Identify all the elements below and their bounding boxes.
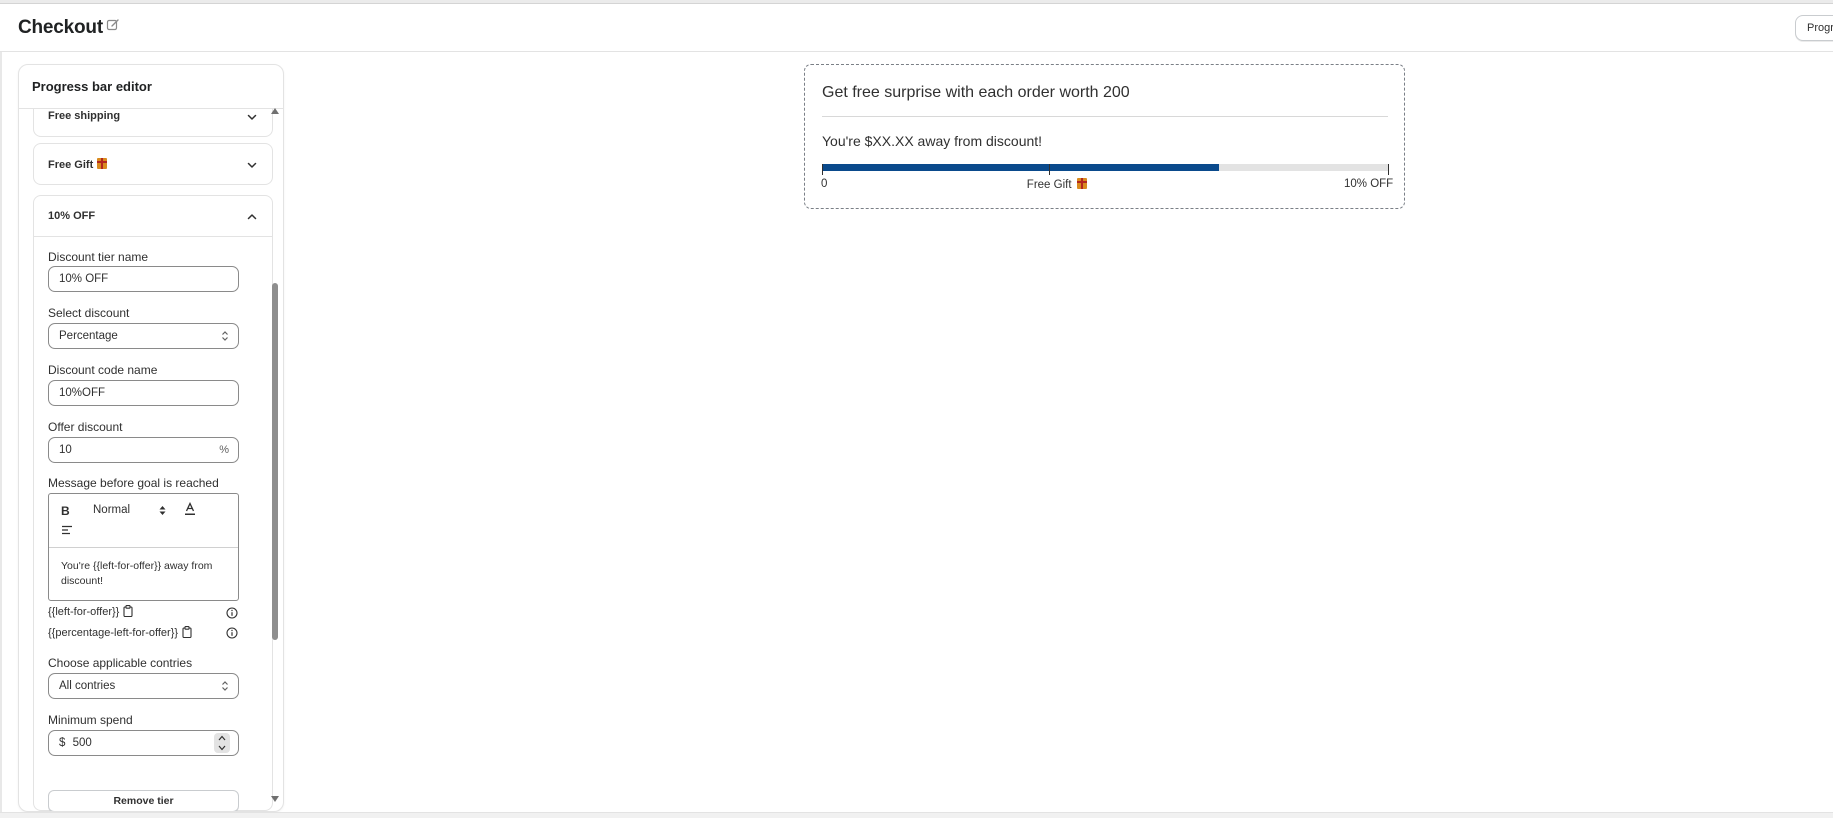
select-arrows-icon — [222, 681, 228, 691]
progress-track — [822, 164, 1389, 171]
variable-percentage-left-for-offer: {{percentage-left-for-offer}} — [48, 626, 192, 639]
tier-label: Free Gift — [48, 158, 108, 171]
select-arrows-icon — [159, 506, 166, 515]
stepper-up-icon[interactable] — [218, 735, 226, 741]
select-arrows-icon — [222, 331, 228, 341]
align-left-icon[interactable] — [61, 524, 73, 536]
chevron-down-icon — [247, 114, 257, 120]
tier-name-label: Discount tier name — [48, 250, 149, 264]
tier-header-10-off[interactable]: 10% OFF — [34, 196, 272, 236]
chevron-up-icon — [247, 214, 257, 220]
preview-headline: Get free surprise with each order worth … — [822, 84, 1130, 101]
milestone-label: 0 — [821, 178, 827, 190]
milestone-tick — [1048, 164, 1050, 175]
gift-icon — [1076, 178, 1087, 189]
message-text[interactable]: You're {{left-for-offer}} away from disc… — [61, 559, 231, 589]
editor-scroll-area[interactable]: Free shipping Free Gift 10% OFF Discount… — [19, 109, 283, 811]
percent-suffix: % — [219, 444, 229, 456]
stepper-down-icon[interactable] — [218, 745, 226, 751]
milestone-label-text: 0 — [821, 178, 828, 190]
message-rich-text-editor: B Normal You're {{left-for-offer}} away … — [48, 493, 239, 601]
countries-value: All contries — [59, 680, 116, 692]
tier-name-input[interactable]: 10% OFF — [48, 266, 239, 292]
progress-bar-editor-panel: Progress bar editor Free shipping Free G… — [18, 64, 284, 812]
tier-free-shipping: Free shipping — [33, 109, 273, 137]
select-discount-label: Select discount — [48, 306, 130, 320]
scroll-thumb[interactable] — [272, 283, 278, 640]
editor-title: Progress bar editor — [32, 79, 152, 94]
scroll-down-arrow[interactable] — [271, 796, 279, 802]
progress-fill — [822, 164, 1219, 171]
tier-label: Free shipping — [48, 110, 121, 122]
clipboard-icon[interactable] — [182, 626, 192, 638]
milestone-label: Free Gift — [1027, 178, 1087, 191]
milestone-label-text: 10% OFF — [1344, 178, 1394, 190]
tier-label-text: Free Gift — [48, 159, 94, 171]
preview-divider — [822, 116, 1388, 117]
tier-form: Discount tier name 10% OFF Select discou… — [34, 236, 272, 811]
bold-button[interactable]: B — [61, 504, 70, 518]
text-color-icon[interactable] — [184, 502, 196, 516]
countries-select[interactable]: All contries — [48, 673, 239, 699]
variable-text: {{left-for-offer}} — [48, 606, 120, 618]
tier-label: 10% OFF — [48, 210, 96, 222]
offer-discount-label: Offer discount — [48, 420, 123, 434]
offer-discount-input[interactable]: 10 % — [48, 437, 239, 463]
page-header: Checkout Progr — [0, 4, 1833, 52]
offer-discount-value: 10 — [59, 444, 72, 456]
clipboard-icon[interactable] — [123, 605, 133, 617]
discount-code-label: Discount code name — [48, 363, 158, 377]
variable-text: {{percentage-left-for-offer}} — [48, 627, 179, 639]
discount-type-select[interactable]: Percentage — [48, 323, 239, 349]
left-rail — [0, 52, 2, 818]
discount-type-value: Percentage — [59, 330, 118, 342]
remove-tier-button[interactable]: Remove tier — [48, 790, 239, 811]
info-icon[interactable] — [226, 607, 238, 619]
milestone-label-text: Free Gift — [1026, 179, 1072, 191]
preview-message: You're $XX.XX away from discount! — [822, 133, 1043, 149]
header-action-button[interactable]: Progr — [1795, 15, 1833, 41]
variable-left-for-offer: {{left-for-offer}} — [48, 605, 133, 618]
min-spend-value: 500 — [72, 737, 92, 749]
currency-prefix: $ — [59, 737, 66, 749]
page-title: Checkout — [18, 17, 103, 38]
text-format-select[interactable]: Normal — [93, 504, 130, 516]
tier-header-free-shipping[interactable]: Free shipping — [34, 109, 272, 136]
min-spend-input[interactable]: $ 500 — [48, 730, 239, 756]
number-stepper[interactable] — [214, 733, 230, 753]
milestone-label: 10% OFF — [1344, 178, 1393, 190]
info-icon[interactable] — [226, 627, 238, 639]
scroll-up-arrow[interactable] — [271, 108, 279, 114]
tier-free-gift: Free Gift — [33, 143, 273, 185]
message-label: Message before goal is reached — [48, 476, 219, 490]
discount-code-input[interactable]: 10%OFF — [48, 380, 239, 406]
progress-bar-preview: Get free surprise with each order worth … — [804, 64, 1405, 209]
editor-scrollbar[interactable] — [270, 108, 281, 802]
chevron-down-icon — [247, 162, 257, 168]
tier-10-off: 10% OFF Discount tier name 10% OFF Selec… — [33, 195, 273, 811]
bottom-scroll-track — [0, 812, 1833, 818]
min-spend-label: Minimum spend — [48, 713, 133, 727]
milestone-tick — [822, 164, 823, 175]
edit-icon[interactable] — [106, 18, 120, 32]
tier-header-free-gift[interactable]: Free Gift — [34, 144, 272, 184]
countries-label: Choose applicable contries — [48, 656, 193, 670]
milestone-tick — [1388, 164, 1389, 175]
rte-toolbar: B Normal — [49, 494, 238, 548]
gift-icon — [97, 158, 108, 169]
